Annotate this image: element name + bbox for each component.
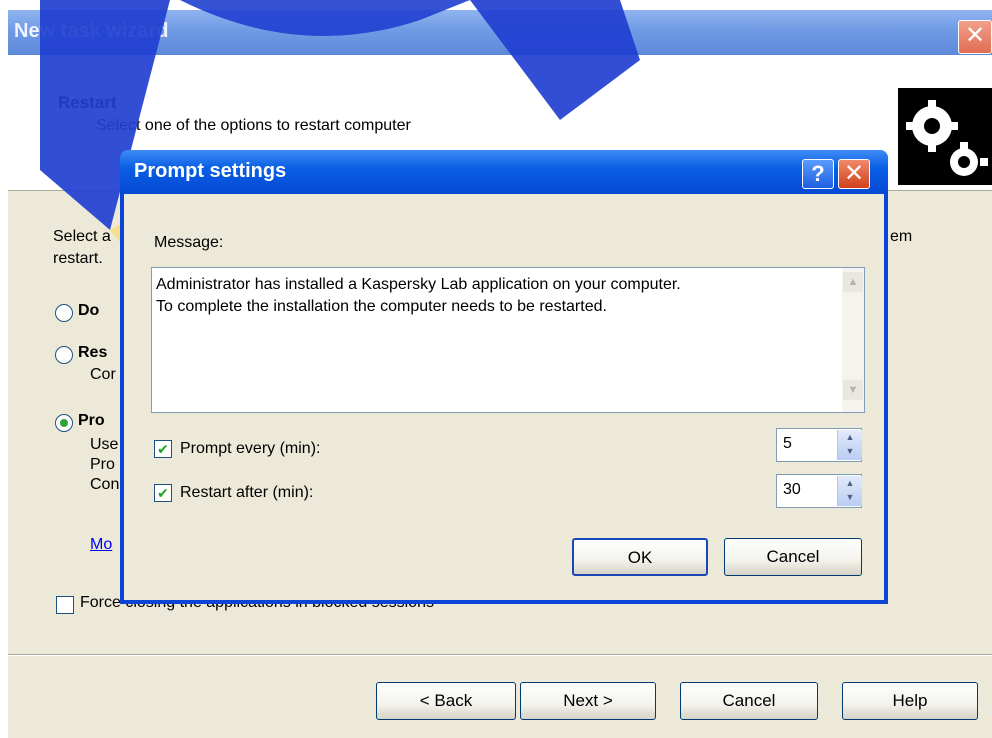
dialog-close-button[interactable]: ✕ bbox=[838, 159, 870, 189]
wizard-close-button[interactable]: ✕ bbox=[958, 20, 992, 54]
dialog-help-button[interactable]: ? bbox=[802, 159, 834, 189]
dialog-cancel-button[interactable]: Cancel bbox=[724, 538, 862, 576]
message-scrollbar[interactable]: ▲ ▼ bbox=[842, 268, 864, 412]
step-title: Restart bbox=[58, 93, 117, 112]
dialog-body: Message: Administrator has installed a K… bbox=[124, 194, 884, 600]
wizard-titlebar[interactable]: New task wizard bbox=[8, 10, 992, 55]
message-textarea[interactable]: Administrator has installed a Kaspersky … bbox=[151, 267, 865, 413]
option-restart-description: Cor bbox=[90, 366, 116, 383]
message-text[interactable]: Administrator has installed a Kaspersky … bbox=[156, 274, 826, 318]
prompt-every-spin-buttons[interactable]: ▲ ▼ bbox=[837, 430, 862, 460]
intro-text-line1: Select a bbox=[53, 228, 111, 245]
prompt-every-value[interactable]: 5 bbox=[783, 435, 792, 453]
restart-after-value[interactable]: 30 bbox=[783, 481, 801, 499]
option-restart-radio[interactable] bbox=[55, 346, 73, 364]
prompt-every-checkbox[interactable]: ✔ bbox=[154, 440, 172, 458]
option-restart-label[interactable]: Res bbox=[78, 344, 107, 362]
option-do-not-restart-label[interactable]: Do bbox=[78, 302, 99, 320]
spin-up-icon[interactable]: ▲ bbox=[838, 430, 862, 444]
option-prompt-label[interactable]: Pro bbox=[78, 412, 105, 430]
prompt-settings-dialog: Prompt settings ? ✕ Message: Administrat… bbox=[120, 150, 888, 604]
help-button[interactable]: Help bbox=[842, 682, 978, 720]
restart-after-label[interactable]: Restart after (min): bbox=[180, 484, 313, 502]
prompt-every-label[interactable]: Prompt every (min): bbox=[180, 440, 320, 458]
option-prompt-desc-3: Con bbox=[90, 476, 120, 493]
option-prompt-desc-1: Use bbox=[90, 436, 119, 453]
spin-up-icon[interactable]: ▲ bbox=[838, 476, 862, 490]
scroll-up-icon[interactable]: ▲ bbox=[843, 272, 863, 292]
gears-icon bbox=[898, 88, 992, 185]
ok-button[interactable]: OK bbox=[572, 538, 708, 576]
force-close-checkbox[interactable] bbox=[56, 596, 74, 614]
option-prompt-desc-2: Pro bbox=[90, 456, 115, 473]
option-do-not-restart-radio[interactable] bbox=[55, 304, 73, 322]
modify-link[interactable]: Mo bbox=[90, 536, 112, 554]
restart-after-checkbox[interactable]: ✔ bbox=[154, 484, 172, 502]
step-subtitle: Select one of the options to restart com… bbox=[96, 117, 411, 134]
prompt-every-spinner[interactable]: 5 ▲ ▼ bbox=[776, 428, 862, 462]
wizard-title: New task wizard bbox=[14, 20, 169, 42]
scroll-down-icon[interactable]: ▼ bbox=[843, 380, 863, 400]
spin-down-icon[interactable]: ▼ bbox=[838, 490, 862, 504]
dialog-titlebar[interactable]: Prompt settings bbox=[120, 150, 888, 194]
intro-text-right: em bbox=[890, 228, 913, 245]
option-prompt-radio[interactable] bbox=[55, 414, 73, 432]
spin-down-icon[interactable]: ▼ bbox=[838, 444, 862, 458]
dialog-title: Prompt settings bbox=[134, 160, 287, 182]
next-button[interactable]: Next > bbox=[520, 682, 656, 720]
restart-after-spinner[interactable]: 30 ▲ ▼ bbox=[776, 474, 862, 508]
wizard-cancel-button[interactable]: Cancel bbox=[680, 682, 818, 720]
intro-text-line2: restart. bbox=[53, 250, 103, 267]
restart-after-spin-buttons[interactable]: ▲ ▼ bbox=[837, 476, 862, 506]
message-label: Message: bbox=[154, 234, 224, 251]
footer-divider bbox=[8, 654, 992, 656]
back-button[interactable]: < Back bbox=[376, 682, 516, 720]
